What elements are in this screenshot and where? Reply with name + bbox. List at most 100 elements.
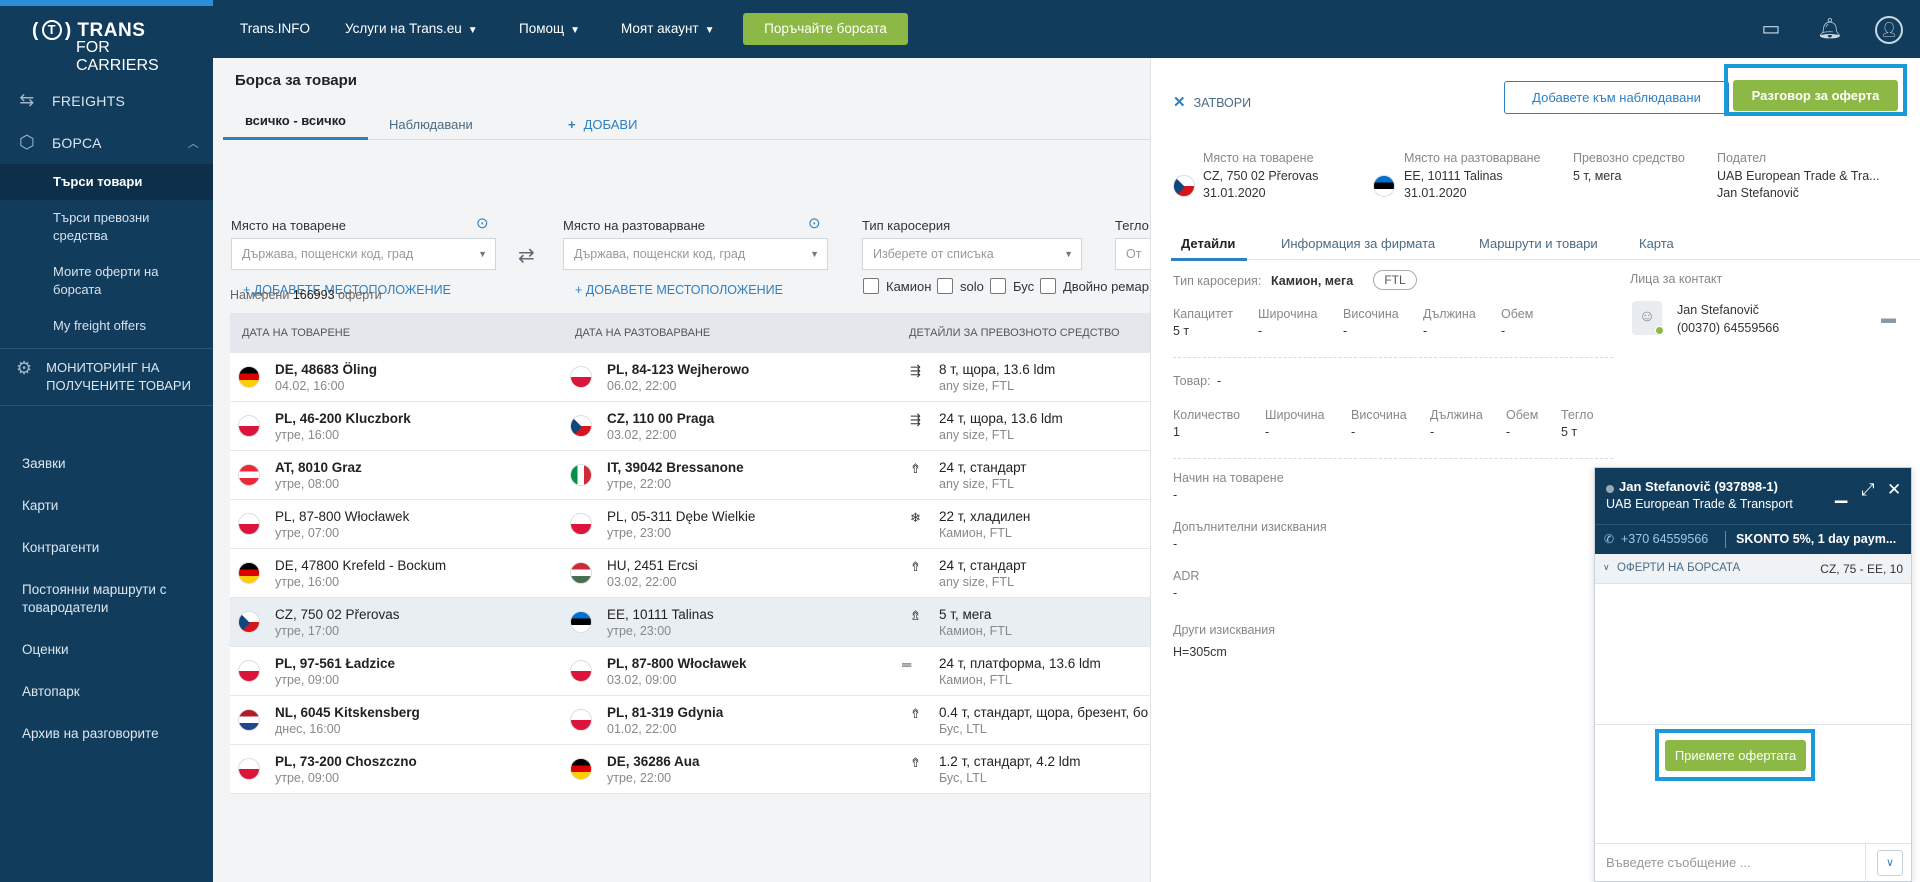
sidebar-item-orders[interactable]: Заявки: [0, 455, 213, 473]
tab-details[interactable]: Детайли: [1171, 236, 1248, 261]
capacity-label: Капацитет: [1173, 307, 1233, 321]
unloading-place-input[interactable]: Държава, пощенски код, град ▼: [563, 238, 828, 270]
tab-map[interactable]: Карта: [1639, 236, 1674, 251]
chat-message-input[interactable]: Въведете съобщение ... ∨: [1595, 843, 1911, 882]
accept-offer-button[interactable]: Приемете офертата: [1665, 740, 1806, 771]
quantity-label: Количество: [1173, 408, 1241, 422]
checkbox-box[interactable]: [1040, 278, 1056, 294]
add-to-watched-button[interactable]: Добавете към наблюдавани: [1504, 81, 1729, 114]
table-row[interactable]: PL, 97-561 Ładzice утре, 09:00 PL, 87-800 …: [230, 647, 1150, 696]
chat-offers-tab[interactable]: ∨ ОФЕРТИ НА БОРСАТА CZ, 75 - EE, 10: [1595, 554, 1911, 584]
plus-icon: +: [568, 117, 576, 132]
vehicle-details: 24 т, стандарт: [939, 460, 1027, 475]
checkbox-box[interactable]: [863, 278, 879, 294]
loading-date: утре, 09:00: [275, 673, 340, 687]
sidebar-subitem-my-freight-offers[interactable]: My freight offers: [0, 308, 213, 344]
checkbox-box[interactable]: [990, 278, 1006, 294]
nav-account[interactable]: Моят акаунт ▼: [621, 0, 715, 58]
chevron-down-icon: ▼: [467, 25, 478, 36]
weight-from-input[interactable]: От: [1115, 238, 1150, 270]
table-row[interactable]: DE, 47800 Krefeld - Bockum утре, 16:00 HU,…: [230, 549, 1150, 598]
flag-pl-icon: [238, 513, 260, 535]
table-row[interactable]: NL, 6045 Kitskensberg днес, 16:00 PL, 81-3…: [230, 696, 1150, 745]
column-unloading-date[interactable]: ДАТА НА РАЗТОВАРВАНЕ: [575, 327, 710, 339]
chevron-down-icon[interactable]: ∨: [1877, 850, 1903, 876]
checkbox-bus[interactable]: Бус: [990, 278, 1034, 294]
bell-icon[interactable]: 🔔︎: [1817, 16, 1843, 42]
sidebar-item-maps[interactable]: Карти: [0, 497, 213, 515]
flag-nl-icon: [238, 709, 260, 731]
nav-help[interactable]: Помощ ▼: [519, 0, 580, 58]
unloading-place: IT, 39042 Bressanone: [607, 460, 744, 475]
swap-icon[interactable]: ⇄: [518, 243, 535, 268]
tab-all[interactable]: всичко - всичко: [223, 108, 368, 140]
checkbox-solo[interactable]: solo: [937, 278, 984, 294]
tab-routes-goods[interactable]: Маршрути и товари: [1479, 236, 1598, 251]
sidebar-item-ratings[interactable]: Оценки: [0, 641, 213, 659]
minimize-icon[interactable]: ▁: [1835, 484, 1847, 504]
checkbox-truck[interactable]: Камион: [863, 278, 931, 294]
sidebar-subitem-search-goods[interactable]: Търси товари: [0, 164, 213, 200]
table-row[interactable]: PL, 87-800 Włocławek утре, 07:00 PL, 05-31…: [230, 500, 1150, 549]
table-row[interactable]: CZ, 750 02 Přerovas утре, 17:00 EE, 10111 …: [230, 598, 1150, 647]
sidebar-item-borsa[interactable]: ⬡ БОРСА ︿: [0, 122, 213, 164]
summary-sender-company[interactable]: UAB European Trade & Tra...: [1717, 168, 1880, 185]
vehicle-details: 22 т, хладилен: [939, 509, 1031, 524]
nav-services[interactable]: Услуги на Trans.eu ▼: [345, 0, 478, 58]
loading-date: утре, 07:00: [275, 526, 340, 540]
sidebar-item-chat-archive[interactable]: Архив на разговорите: [0, 725, 213, 743]
trans-logo[interactable]: (T) TRANS FOR CARRIERS: [32, 20, 192, 74]
checkbox-double-trailer[interactable]: Двойно ремар: [1040, 278, 1150, 294]
close-icon[interactable]: ✕: [1887, 480, 1901, 500]
sidebar-secondary-nav: Заявки Карти Контрагенти Постоянни маршр…: [0, 455, 213, 767]
loading-place-input[interactable]: Държава, пощенски код, град ▼: [231, 238, 496, 270]
add-unloading-location-link[interactable]: + ДОБАВЕТЕ МЕСТОПОЛОЖЕНИЕ: [575, 283, 783, 297]
loading-place: PL, 87-800 Włocławek: [275, 509, 410, 524]
table-row[interactable]: PL, 73-200 Choszczno утре, 09:00 DE, 36286…: [230, 745, 1150, 794]
vehicle-cell: 24 т, платформа, 13.6 ldm Камион, FTL: [939, 655, 1149, 689]
vehicle-type-icon: ❄: [910, 510, 921, 525]
messages-icon[interactable]: ▭: [1758, 16, 1784, 42]
body-type-select[interactable]: Изберете от списъка ▼: [862, 238, 1082, 270]
tab-company-info[interactable]: Информация за фирмата: [1281, 236, 1435, 251]
close-detail-button[interactable]: ✕ ЗАТВОРИ: [1173, 93, 1251, 111]
unloading-place: HU, 2451 Ercsi: [607, 558, 698, 573]
loading-place: AT, 8010 Graz: [275, 460, 362, 475]
unloading-place: EE, 10111 Talinas: [607, 607, 714, 622]
expand-icon[interactable]: ⤢: [1861, 480, 1875, 500]
caret-down-icon: ▼: [1064, 249, 1073, 259]
sidebar-item-freights[interactable]: ⇆ FREIGHTS: [0, 80, 213, 122]
chat-bubble-icon[interactable]: ▬: [1881, 310, 1896, 327]
sidebar-subitem-my-offers[interactable]: Моите оферти на борсата: [0, 254, 213, 308]
satellite-icon: ⚙: [16, 358, 33, 378]
freight-exchange-main: Борса за товари всичко - всичко Наблюдав…: [213, 58, 1150, 882]
location-pin-icon[interactable]: ⊙: [808, 214, 821, 232]
sidebar-item-permanent-routes[interactable]: Постоянни маршрути с товародатели: [0, 581, 213, 617]
user-avatar-icon[interactable]: 👤︎: [1875, 16, 1903, 44]
sidebar-item-fleet[interactable]: Автопарк: [0, 683, 213, 701]
table-row[interactable]: DE, 48683 Öling 04.02, 16:00 PL, 84-123 We…: [230, 353, 1150, 402]
sidebar-item-contractors[interactable]: Контрагенти: [0, 539, 213, 557]
tab-add[interactable]: + ДОБАВИ: [568, 108, 637, 140]
column-loading-date[interactable]: ДАТА НА ТОВАРЕНЕ: [242, 327, 350, 339]
sidebar-subitem-search-vehicles[interactable]: Търси превозни средства: [0, 200, 213, 254]
body-type-label: Тип каросерия: [862, 218, 951, 233]
sidebar-item-monitoring[interactable]: ⚙ МОНИТОРИНГ НА ПОЛУЧЕНИТЕ ТОВАРИ: [0, 348, 213, 406]
goods-value: -: [1217, 374, 1222, 388]
chat-about-offer-button[interactable]: Разговор за оферта: [1733, 80, 1898, 111]
flag-hu-icon: [570, 562, 592, 584]
body-type-placeholder: Изберете от списъка: [873, 247, 994, 261]
nav-trans-info[interactable]: Trans.INFO: [240, 0, 310, 58]
table-row[interactable]: AT, 8010 Graz утре, 08:00 IT, 39042 Bressa…: [230, 451, 1150, 500]
location-pin-icon[interactable]: ⊙: [476, 214, 489, 232]
table-header: ДАТА НА ТОВАРЕНЕ ДАТА НА РАЗТОВАРВАНЕ ДЕ…: [230, 313, 1150, 353]
vehicle-sub: Камион, FTL: [939, 624, 1012, 638]
adr-value: -: [1173, 586, 1178, 600]
flag-de-icon: [238, 366, 260, 388]
column-vehicle-details[interactable]: ДЕТАЙЛИ ЗА ПРЕВОЗНОТО СРЕДСТВО: [909, 327, 1120, 339]
chat-phone[interactable]: +370 64559566: [1621, 532, 1708, 546]
tab-watched[interactable]: Наблюдавани: [389, 108, 473, 140]
table-row[interactable]: PL, 46-200 Kluczbork утре, 16:00 CZ, 110 0…: [230, 402, 1150, 451]
order-exchange-button[interactable]: Поръчайте борсата: [743, 13, 908, 45]
checkbox-box[interactable]: [937, 278, 953, 294]
